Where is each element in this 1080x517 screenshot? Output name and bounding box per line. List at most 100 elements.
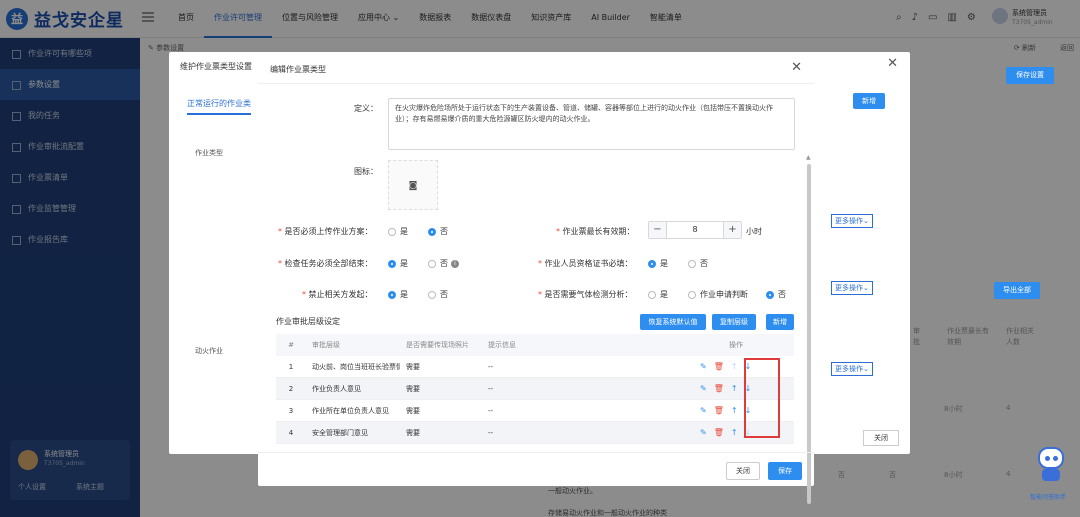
tab-normal-running[interactable]: 正常运行的作业类 [187, 98, 251, 115]
gas-yes-radio[interactable]: 是 [648, 289, 668, 300]
dialog1-add-button[interactable]: 新增 [853, 93, 885, 109]
sort-arrows-highlight [744, 358, 780, 438]
col-photo: 是否需要传现场照片 [406, 341, 469, 349]
radio-checked-icon [428, 227, 436, 236]
forbid-yes-radio[interactable]: 是 [388, 289, 408, 300]
dialog-title: 编辑作业票类型 [270, 65, 326, 74]
radio-icon [428, 290, 436, 299]
arrow-up-icon[interactable]: ↑ [731, 378, 738, 399]
radio-checked-icon [388, 290, 396, 299]
export-all-button[interactable]: 导出全部 [994, 282, 1040, 299]
radio-label: 否 [440, 259, 448, 268]
delete-icon[interactable]: 🗑︎ [714, 400, 724, 421]
radio-label: 否 [700, 259, 708, 268]
cert-label: 作业人员资格证书必填： [544, 259, 633, 268]
row-level: 安全管理部门意见 [312, 429, 368, 437]
forbid-no-radio[interactable]: 否 [428, 289, 448, 300]
forbid-label: 禁止相关方发起： [308, 290, 373, 299]
more-actions-button[interactable]: 更多操作⌄ [831, 281, 873, 295]
bg-col-people: 作业相关人数 [1006, 327, 1034, 346]
upload-plan-label: 是否必须上传作业方案： [284, 227, 373, 236]
check-no-radio[interactable]: 否i [428, 258, 459, 269]
approval-table: # 审批层级 是否需要传现场照片 提示信息 操作 1 动火前、岗位当班班长验票情… [276, 334, 794, 444]
max-valid-stepper[interactable]: − 8 + [648, 221, 742, 239]
unit-label: 小时 [746, 227, 762, 236]
table-row: 4 安全管理部门意见 需要 -- ✎ 🗑︎ ↑ ↓ [276, 422, 794, 444]
row-index: 2 [288, 385, 294, 393]
radio-label: 是 [660, 259, 668, 268]
edit-icon[interactable]: ✎ [700, 400, 707, 421]
arrow-up-icon[interactable]: ↑ [731, 422, 738, 443]
dialog1-col-type: 作业类型 [195, 149, 223, 157]
max-valid-value[interactable]: 8 [667, 222, 723, 238]
cert-yes-radio[interactable]: 是 [648, 258, 668, 269]
bg-bottom-2: 否 [889, 471, 896, 479]
save-settings-button[interactable]: 保存设置 [1006, 67, 1054, 84]
bg-bottom-3: 8小时 [944, 471, 963, 479]
edit-ticket-type-dialog: 编辑作业票类型 ✕ ▲ 定义： 在火灾爆炸危险场所处于运行状态下的生产装置设备、… [258, 54, 814, 504]
assistant-label: 智能问答助手 [1030, 494, 1067, 501]
close-icon[interactable]: ✕ [791, 60, 802, 75]
row-photo: 需要 [406, 363, 420, 371]
col-tip: 提示信息 [488, 341, 516, 349]
bg-col-max-valid: 作业票最长有效期 [947, 327, 989, 346]
edit-icon[interactable]: ✎ [700, 356, 707, 377]
radio-label: 作业申请判断 [700, 290, 748, 299]
minus-icon[interactable]: − [649, 222, 667, 238]
radio-label: 是 [400, 259, 408, 268]
scroll-up-icon[interactable]: ▲ [806, 154, 811, 161]
arrow-up-icon[interactable]: ↑ [731, 400, 738, 421]
delete-icon[interactable]: 🗑︎ [714, 378, 724, 399]
gas-judge-radio[interactable]: 作业申请判断 [688, 289, 748, 300]
bg-bottom-1: 否 [838, 471, 845, 479]
icon-upload[interactable]: ◙ [388, 160, 438, 210]
add-level-button[interactable]: 新增 [766, 314, 794, 330]
dialog1-title: 维护作业票类型设置 [180, 62, 252, 71]
arrow-up-icon[interactable]: ↑ [731, 356, 738, 377]
forbid-row: * 禁止相关方发起： [302, 289, 373, 300]
dialog1-close-button[interactable]: 关闭 [863, 430, 899, 446]
delete-icon[interactable]: 🗑︎ [714, 422, 724, 443]
max-valid-label: 作业票最长有效期： [562, 227, 635, 236]
check-row: * 检查任务必须全部结束： [278, 258, 373, 269]
more-actions-button[interactable]: 更多操作⌄ [831, 214, 873, 228]
restore-default-button[interactable]: 恢复系统默认值 [640, 314, 706, 330]
close-button[interactable]: 关闭 [726, 462, 760, 480]
check-yes-radio[interactable]: 是 [388, 258, 408, 269]
gas-no-radio[interactable]: 否 [766, 289, 786, 300]
radio-label: 否 [440, 290, 448, 299]
row-index: 1 [288, 363, 294, 371]
col-actions: 操作 [729, 341, 743, 349]
definition-label: 定义： [354, 104, 378, 113]
definition-textarea[interactable]: 在火灾爆炸危险场所处于运行状态下的生产装置设备、管道、储罐、容器等部位上进行的动… [388, 98, 795, 150]
upload-plan-no-radio[interactable]: 否 [428, 226, 448, 237]
radio-checked-icon [648, 259, 656, 268]
info-icon[interactable]: i [451, 259, 459, 268]
more-actions-button[interactable]: 更多操作⌄ [831, 362, 873, 376]
row-tip: -- [488, 363, 494, 371]
row-tip: -- [488, 407, 494, 415]
col-level: 审批层级 [312, 341, 340, 349]
bg-value-people: 4 [1006, 404, 1011, 412]
delete-icon[interactable]: 🗑︎ [714, 356, 724, 377]
copy-level-button[interactable]: 复制层级 [712, 314, 756, 330]
edit-icon[interactable]: ✎ [700, 378, 707, 399]
dialog-header: 编辑作业票类型 ✕ [258, 54, 814, 84]
row-level: 动火前、岗位当班班长验票情况 [312, 363, 400, 371]
icon-label: 图标： [354, 167, 378, 176]
edit-icon[interactable]: ✎ [700, 422, 707, 443]
radio-label: 否 [778, 290, 786, 299]
check-label: 检查任务必须全部结束： [284, 259, 373, 268]
max-valid-row: * 作业票最长有效期： [556, 226, 635, 237]
save-button[interactable]: 保存 [768, 462, 802, 480]
row-photo: 需要 [406, 385, 420, 393]
row-tip: -- [488, 385, 494, 393]
radio-checked-icon [388, 259, 396, 268]
upload-plan-yes-radio[interactable]: 是 [388, 226, 408, 237]
plus-icon[interactable]: + [723, 222, 741, 238]
close-icon[interactable]: ✕ [887, 56, 898, 71]
upload-plan-row: * 是否必须上传作业方案： [278, 226, 373, 237]
assistant-robot-icon[interactable] [1034, 447, 1068, 487]
cert-no-radio[interactable]: 否 [688, 258, 708, 269]
bg-col-approve: 审批 [913, 327, 920, 346]
